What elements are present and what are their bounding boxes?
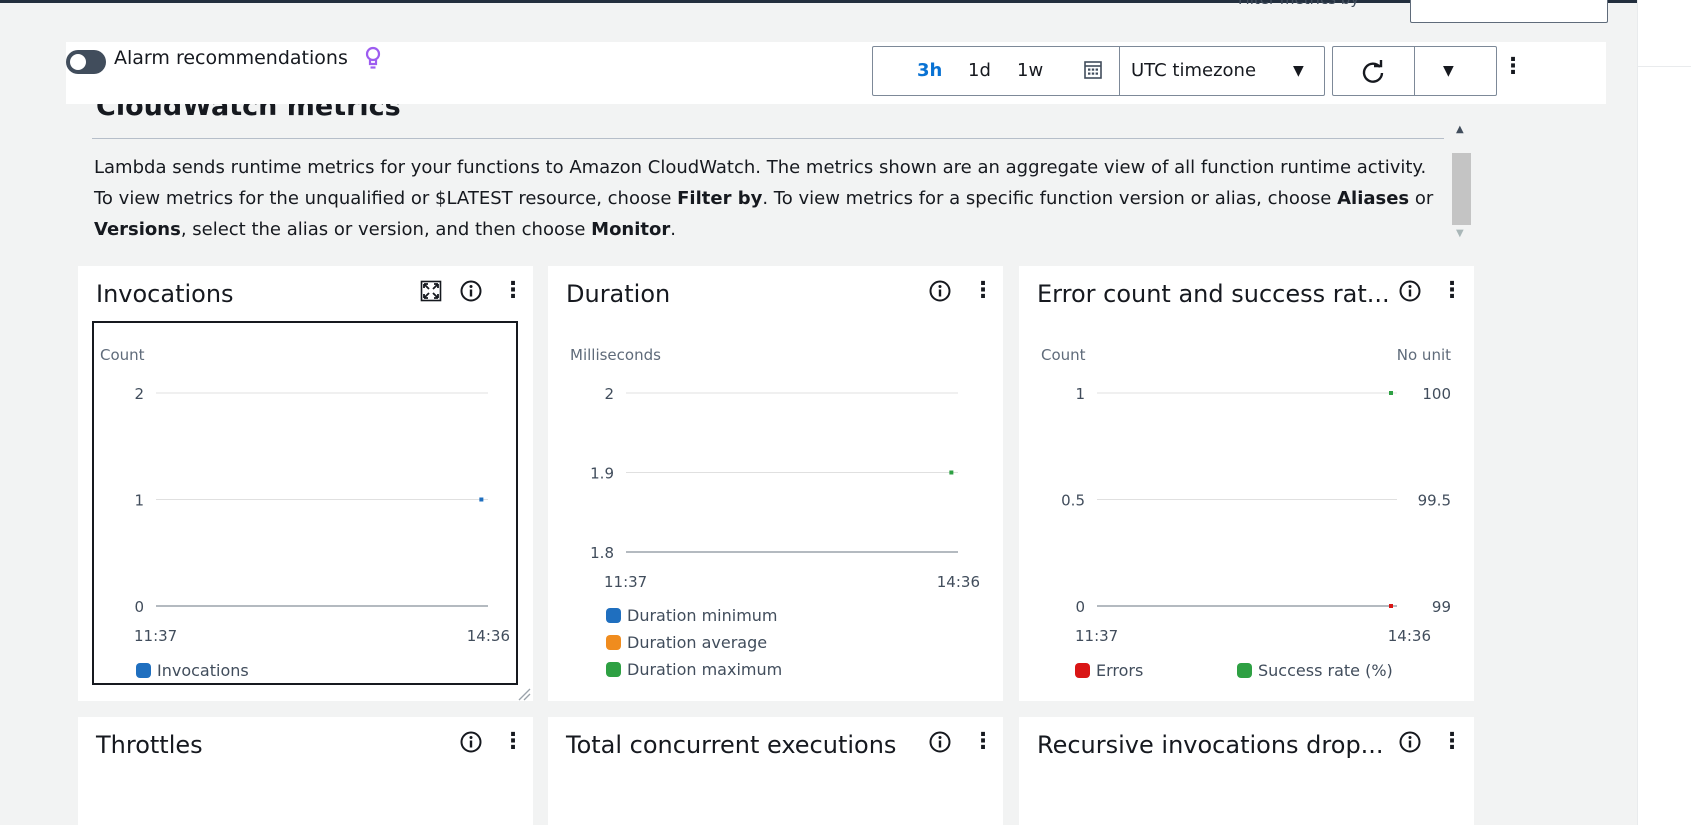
time-range-1d[interactable]: 1d: [968, 60, 991, 81]
widget-actions-icon[interactable]: ⋮: [1441, 729, 1463, 754]
error-success-chart: Count 1 0.5 0 No unit 100 99.5 99 11:37 14:36: [1041, 346, 1451, 645]
legend-item[interactable]: Duration minimum: [606, 606, 778, 625]
info-icon[interactable]: [929, 731, 951, 753]
monitor-emphasis: Monitor: [591, 219, 671, 240]
legend-swatch: [136, 663, 151, 678]
x-tick-label: 11:37: [1075, 627, 1118, 645]
y-tick-label: 1: [134, 492, 144, 510]
section-title: CloudWatch metrics: [96, 104, 401, 122]
data-point: [1389, 391, 1393, 395]
timezone-select[interactable]: UTC timezone: [1131, 60, 1256, 81]
widget-actions-icon[interactable]: ⋮: [502, 729, 524, 754]
alarm-recommendations-label: Alarm recommendations: [114, 47, 348, 69]
y-tick-label: 1.9: [590, 465, 614, 483]
legend-item[interactable]: Invocations: [136, 661, 249, 680]
time-range-3h[interactable]: 3h: [917, 60, 942, 81]
scrollbar-thumb[interactable]: [1452, 153, 1471, 225]
error-success-widget: Error count and success rat... ⋮ Count 1 0…: [1019, 266, 1474, 701]
calendar-icon[interactable]: [1083, 60, 1103, 80]
x-tick-label: 11:37: [604, 573, 647, 591]
legend-item[interactable]: Success rate (%): [1237, 661, 1393, 680]
lightbulb-icon: [365, 46, 381, 69]
refresh-options-caret-icon[interactable]: ▼: [1443, 63, 1454, 79]
x-tick-label: 14:36: [467, 627, 510, 645]
widget-title: Recursive invocations drop...: [1037, 731, 1384, 759]
filter-by-emphasis: Filter by: [677, 188, 763, 209]
versions-emphasis: Versions: [94, 219, 181, 240]
legend-item[interactable]: Errors: [1075, 661, 1143, 680]
y-right-tick-label: 99: [1432, 598, 1451, 616]
chart-legend: Duration minimum Duration average Durati…: [606, 606, 906, 686]
refresh-icon[interactable]: [1360, 59, 1386, 85]
refresh-controls: ▼: [1332, 46, 1497, 96]
x-tick-label: 14:36: [1388, 627, 1431, 645]
scroll-down-arrow-icon[interactable]: ▼: [1456, 228, 1464, 239]
section-title-wrapper: CloudWatch metrics: [96, 104, 1396, 127]
invocations-chart: Count 2 1 0 11:37 14:36: [100, 346, 510, 645]
y-tick-label: 1: [1075, 385, 1085, 403]
legend-swatch: [606, 608, 621, 623]
y-right-tick-label: 99.5: [1418, 492, 1451, 510]
y-axis-unit-label: Milliseconds: [570, 346, 661, 364]
invocations-widget: Invocations ⋮ Count 2 1 0 11:37 14:36 Invocat…: [78, 266, 533, 701]
more-actions-icon[interactable]: ⋮: [1502, 56, 1524, 78]
y-axis-unit-label: Count: [100, 346, 145, 364]
y-right-tick-label: 100: [1422, 385, 1451, 403]
widget-title: Total concurrent executions: [566, 731, 897, 759]
section-divider: [92, 138, 1444, 139]
info-icon[interactable]: [1399, 731, 1421, 753]
throttles-widget: Throttles ⋮: [78, 717, 533, 825]
y-tick-label: 1.8: [590, 544, 614, 562]
y-tick-label: 0.5: [1061, 492, 1085, 510]
recursive-invocations-widget: Recursive invocations drop... ⋮: [1019, 717, 1474, 825]
caret-down-icon[interactable]: ▼: [1293, 63, 1304, 79]
concurrent-executions-widget: Total concurrent executions ⋮: [548, 717, 1003, 825]
widget-actions-icon[interactable]: ⋮: [972, 729, 994, 754]
duration-widget: Duration ⋮ Milliseconds 2 1.9 1.8 11:37 14:36…: [548, 266, 1003, 701]
legend-item[interactable]: Duration average: [606, 633, 767, 652]
filter-label: Filter metrics by: [1238, 0, 1359, 8]
legend-swatch: [606, 635, 621, 650]
legend-item[interactable]: Duration maximum: [606, 660, 782, 679]
metrics-toolbar: Alarm recommendations 3h 1d 1w UTC timez…: [66, 42, 1606, 104]
x-tick-label: 14:36: [937, 573, 980, 591]
info-icon[interactable]: [460, 731, 482, 753]
y-axis-right-unit-label: No unit: [1397, 346, 1451, 364]
time-range-selector: 3h 1d 1w UTC timezone ▼: [872, 46, 1325, 96]
resize-handle-icon[interactable]: [517, 687, 531, 701]
filter-select[interactable]: [1410, 0, 1608, 23]
legend-swatch: [1075, 663, 1090, 678]
alarm-recommendations-toggle[interactable]: [66, 50, 106, 74]
time-range-1w[interactable]: 1w: [1017, 60, 1043, 81]
widget-title: Throttles: [96, 731, 203, 759]
y-tick-label: 2: [134, 385, 144, 403]
scroll-up-arrow-icon[interactable]: ▲: [1456, 124, 1464, 135]
y-tick-label: 0: [134, 598, 144, 616]
right-panel-strip: [1637, 0, 1691, 825]
data-point: [949, 470, 954, 475]
data-point: [479, 497, 484, 502]
chart-legend: Errors Success rate (%): [1075, 661, 1455, 685]
data-point: [1389, 604, 1393, 608]
legend-swatch: [606, 662, 621, 677]
x-tick-label: 11:37: [134, 627, 177, 645]
aliases-emphasis: Aliases: [1337, 188, 1410, 209]
y-axis-unit-label: Count: [1041, 346, 1086, 364]
legend-swatch: [1237, 663, 1252, 678]
y-tick-label: 2: [604, 385, 614, 403]
section-description: Lambda sends runtime metrics for your fu…: [94, 157, 1434, 240]
y-tick-label: 0: [1075, 598, 1085, 616]
